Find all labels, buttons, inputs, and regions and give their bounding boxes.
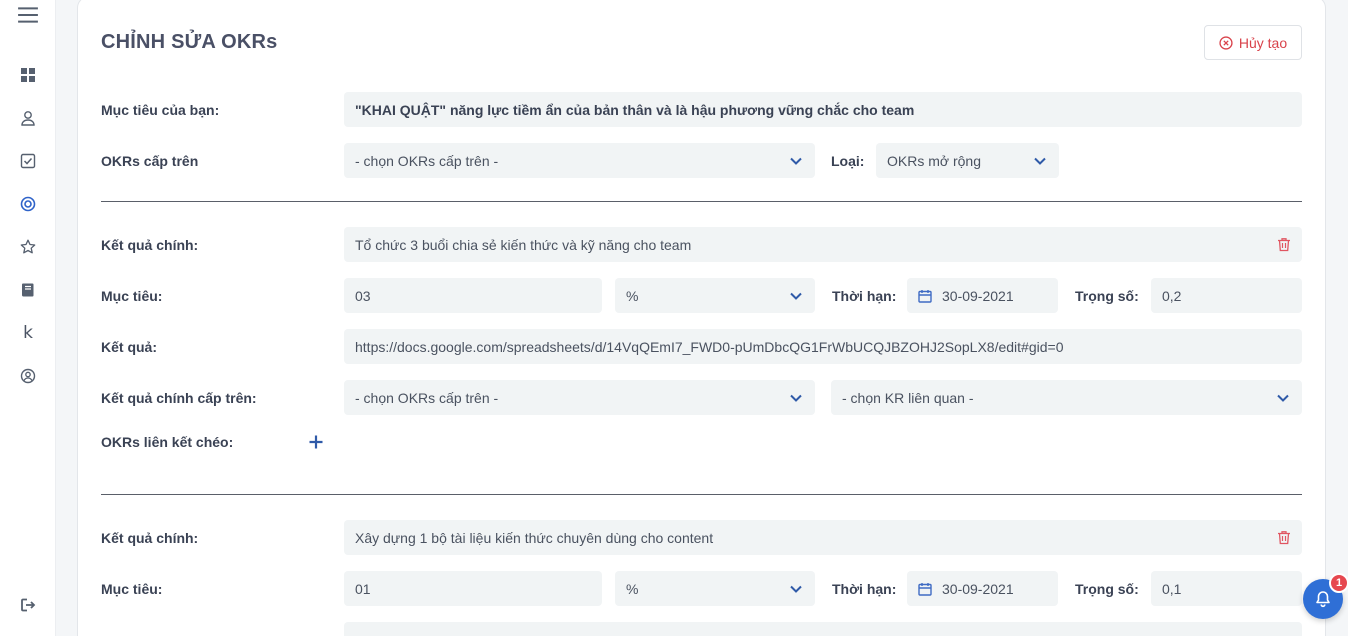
bell-icon [1316,591,1330,608]
cross-link-label: OKRs liên kết chéo: [101,434,234,450]
target-value: 03 [355,287,371,304]
trash-icon[interactable] [1277,237,1291,252]
calendar-icon [918,289,932,303]
target-input[interactable]: 01 [344,571,602,606]
target-input[interactable]: 03 [344,278,602,313]
calendar-icon [918,582,932,596]
checklist-icon[interactable] [14,147,42,175]
user-icon[interactable] [14,104,42,132]
kr-value: Tổ chức 3 buổi chia sẻ kiến thức và kỹ n… [355,236,692,253]
target-label: Mục tiêu: [101,288,163,304]
parent-kr-okr-select[interactable]: - chọn OKRs cấp trên - [344,380,815,415]
unit-select[interactable]: % [615,278,815,313]
okr-type-label: Loại: [831,153,865,169]
book-icon[interactable] [14,276,42,304]
weight-value: 0,1 [1162,580,1182,597]
cancel-circle-icon [1219,35,1233,50]
result-input[interactable]: https://docs.google.com/spreadsheets/d/1… [344,329,1302,364]
section-divider [101,201,1302,202]
unit-value: % [626,287,639,304]
deadline-label: Thời hạn: [832,288,897,304]
k-icon[interactable]: k [14,319,42,347]
page-title: CHỈNH SỬA OKRs [101,31,278,53]
weight-label: Trọng số: [1075,288,1139,304]
weight-input[interactable]: 0,2 [1151,278,1302,313]
parent-okr-select[interactable]: - chọn OKRs cấp trên - [344,143,815,178]
kr-label: Kết quả chính: [101,530,199,546]
result-label: Kết quả: [101,339,157,355]
weight-input[interactable]: 0,1 [1151,571,1302,606]
okr-type-value: OKRs mở rộng [887,152,981,169]
deadline-value: 30-09-2021 [942,580,1014,597]
chevron-down-icon [1034,157,1046,165]
result-value: https://docs.google.com/spreadsheets/d/1… [355,338,1064,355]
logout-icon[interactable] [14,591,42,619]
weight-value: 0,2 [1162,287,1182,304]
kr-value: Xây dựng 1 bộ tài liệu kiến thức chuyên … [355,529,714,546]
parent-okr-placeholder: - chọn OKRs cấp trên - [355,152,499,169]
dashboard-icon[interactable] [14,61,42,89]
deadline-value: 30-09-2021 [942,287,1014,304]
weight-label: Trọng số: [1075,581,1139,597]
chevron-down-icon [790,292,802,300]
objective-field[interactable]: "KHAI QUẬT" năng lực tiềm ẩn của bản thâ… [344,92,1302,127]
unit-select[interactable]: % [615,571,815,606]
parent-okr-label: OKRs cấp trên [101,153,199,169]
deadline-label: Thời hạn: [832,581,897,597]
target-label: Mục tiêu: [101,581,163,597]
result-input-partial[interactable] [344,622,1302,636]
related-kr-placeholder: - chọn KR liên quan - [842,389,974,406]
chevron-down-icon [790,157,802,165]
deadline-picker[interactable]: 30-09-2021 [907,278,1058,313]
kr-label: Kết quả chính: [101,237,199,253]
parent-kr-okr-placeholder: - chọn OKRs cấp trên - [355,389,499,406]
objective-value: "KHAI QUẬT" năng lực tiềm ẩn của bản thâ… [355,101,915,118]
section-divider [101,494,1302,495]
chevron-down-icon [790,585,802,593]
deadline-picker[interactable]: 30-09-2021 [907,571,1058,606]
related-kr-select[interactable]: - chọn KR liên quan - [831,380,1302,415]
chevron-down-icon [790,394,802,402]
okr-type-select[interactable]: OKRs mở rộng [876,143,1059,178]
trash-icon[interactable] [1277,530,1291,545]
target-icon[interactable] [14,190,42,218]
kr-field[interactable]: Tổ chức 3 buổi chia sẻ kiến thức và kỹ n… [344,227,1302,262]
menu-icon[interactable] [14,1,42,29]
objective-label: Mục tiêu của bạn: [101,102,220,118]
cancel-button-label: Hủy tạo [1238,34,1288,51]
plus-icon[interactable] [308,434,324,450]
target-value: 01 [355,580,371,597]
star-icon[interactable] [14,233,42,261]
notification-badge: 1 [1329,573,1348,593]
parent-kr-label: Kết quả chính cấp trên: [101,390,257,406]
unit-value: % [626,580,639,597]
cancel-button[interactable]: Hủy tạo [1204,25,1302,60]
chevron-down-icon [1277,394,1289,402]
kr-field[interactable]: Xây dựng 1 bộ tài liệu kiến thức chuyên … [344,520,1302,555]
account-icon[interactable] [14,362,42,390]
sidebar: k [0,0,56,636]
